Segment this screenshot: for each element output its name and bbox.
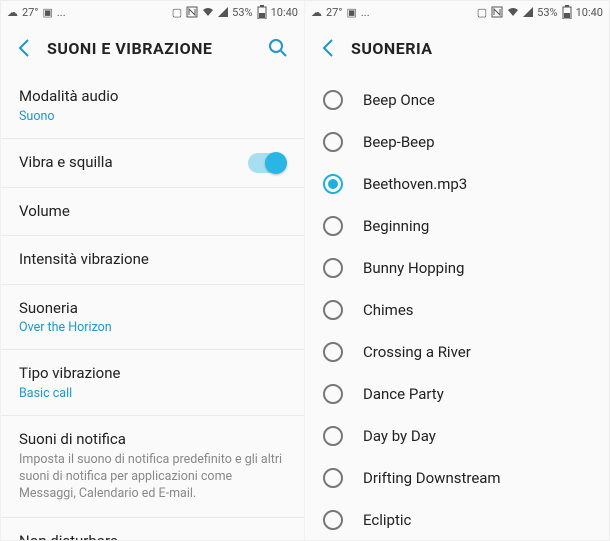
radio-icon	[323, 468, 343, 488]
search-button[interactable]	[268, 38, 288, 58]
ringtone-option[interactable]: Dance Party	[305, 373, 609, 415]
status-temp: 27°	[326, 6, 342, 19]
row-vibrate-ring[interactable]: Vibra e squilla	[1, 139, 304, 188]
row-title: Intensità vibrazione	[19, 250, 286, 270]
radio-icon	[323, 132, 343, 152]
page-title: SUONERIA	[351, 39, 593, 58]
ringtone-label: Beep-Beep	[363, 133, 435, 151]
toggle-vibrate-ring[interactable]	[248, 153, 286, 173]
chevron-left-icon	[321, 38, 335, 58]
page-title: SUONI E VIBRAZIONE	[47, 39, 252, 58]
row-audio-mode[interactable]: Modalità audio Suono	[1, 73, 304, 139]
row-title: Tipo vibrazione	[19, 364, 286, 384]
row-subtitle: Basic call	[19, 386, 286, 401]
ringtone-label: Bunny Hopping	[363, 259, 464, 277]
ringtone-label: Beep Once	[363, 91, 435, 109]
row-subtitle: Over the Horizon	[19, 320, 286, 335]
status-battery-pct: 53%	[232, 6, 252, 19]
status-battery-pct: 53%	[537, 6, 557, 19]
app-icon: ▣	[42, 6, 52, 19]
battery-icon	[257, 5, 267, 19]
ringtone-list: Beep Once Beep-Beep Beethoven.mp3 Beginning…	[305, 73, 609, 540]
chevron-left-icon	[17, 38, 31, 58]
row-ringtone[interactable]: Suoneria Over the Horizon	[1, 285, 304, 351]
nfc-icon	[491, 6, 503, 18]
status-ellipsis: ...	[361, 6, 370, 19]
weather-icon: ☁	[7, 6, 18, 19]
row-notification-sounds[interactable]: Suoni di notifica Imposta il suono di no…	[1, 416, 304, 518]
row-vibration-intensity[interactable]: Intensità vibrazione	[1, 236, 304, 285]
app-header: SUONERIA	[305, 23, 609, 73]
signal-icon	[523, 7, 533, 17]
ringtone-option[interactable]: Bunny Hopping	[305, 247, 609, 289]
ringtone-option[interactable]: Beginning	[305, 205, 609, 247]
row-title: Modalità audio	[19, 87, 286, 107]
signal-icon	[218, 7, 228, 17]
radio-icon	[323, 216, 343, 236]
row-vibration-pattern[interactable]: Tipo vibrazione Basic call	[1, 350, 304, 416]
ringtone-label: Crossing a River	[363, 343, 471, 361]
status-time: 10:40	[271, 6, 298, 19]
radio-icon	[323, 90, 343, 110]
status-bar: ☁ 27° ▣ ... ▢ 53% 10:40	[305, 1, 609, 23]
back-button[interactable]	[17, 38, 31, 58]
screenshot-icon: ▢	[477, 6, 487, 19]
radio-icon	[323, 426, 343, 446]
row-subtitle: Suono	[19, 109, 286, 124]
ringtone-label: Day by Day	[363, 427, 436, 445]
app-icon: ▣	[346, 6, 356, 19]
status-bar: ☁ 27° ▣ ... ▢ 53% 10:40	[1, 1, 304, 23]
battery-icon	[562, 5, 572, 19]
radio-icon	[323, 300, 343, 320]
search-icon	[268, 38, 288, 58]
radio-icon	[323, 342, 343, 362]
ringtone-label: Ecliptic	[363, 511, 411, 529]
ringtone-option[interactable]: Ecliptic	[305, 499, 609, 540]
radio-icon	[323, 384, 343, 404]
screenshot-icon: ▢	[172, 6, 182, 19]
nfc-icon	[186, 6, 198, 18]
ringtone-option[interactable]: Beep-Beep	[305, 121, 609, 163]
ringtone-option[interactable]: Chimes	[305, 289, 609, 331]
row-title: Non disturbare	[19, 532, 238, 540]
row-title: Suoni di notifica	[19, 430, 286, 450]
screen-ringtone-picker: ☁ 27° ▣ ... ▢ 53% 10:40 SUONERIA	[305, 1, 609, 540]
ringtone-label: Drifting Downstream	[363, 469, 501, 487]
status-temp: 27°	[22, 6, 38, 19]
status-ellipsis: ...	[57, 6, 66, 19]
row-title: Vibra e squilla	[19, 153, 238, 173]
wifi-icon	[507, 7, 519, 17]
row-volume[interactable]: Volume	[1, 188, 304, 237]
row-dnd[interactable]: Non disturbare Disattivate l'audio di tu…	[1, 518, 304, 540]
row-title: Volume	[19, 202, 286, 222]
back-button[interactable]	[321, 38, 335, 58]
settings-list: Modalità audio Suono Vibra e squilla Vol…	[1, 73, 304, 540]
ringtone-option[interactable]: Day by Day	[305, 415, 609, 457]
weather-icon: ☁	[311, 6, 322, 19]
ringtone-label: Beginning	[363, 217, 429, 235]
wifi-icon	[202, 7, 214, 17]
ringtone-option[interactable]: Beethoven.mp3	[305, 163, 609, 205]
radio-icon	[323, 174, 343, 194]
radio-icon	[323, 258, 343, 278]
row-description: Imposta il suono di notifica predefinito…	[19, 452, 286, 503]
ringtone-option[interactable]: Beep Once	[305, 79, 609, 121]
ringtone-option[interactable]: Crossing a River	[305, 331, 609, 373]
ringtone-label: Dance Party	[363, 385, 444, 403]
radio-icon	[323, 510, 343, 530]
screen-sounds-vibration: ☁ 27° ▣ ... ▢ 53% 10:40 SUONI E VIBRAZIO…	[1, 1, 305, 540]
ringtone-label: Chimes	[363, 301, 414, 319]
app-header: SUONI E VIBRAZIONE	[1, 23, 304, 73]
row-title: Suoneria	[19, 299, 286, 319]
ringtone-option[interactable]: Drifting Downstream	[305, 457, 609, 499]
status-time: 10:40	[576, 6, 603, 19]
ringtone-label: Beethoven.mp3	[363, 175, 467, 193]
